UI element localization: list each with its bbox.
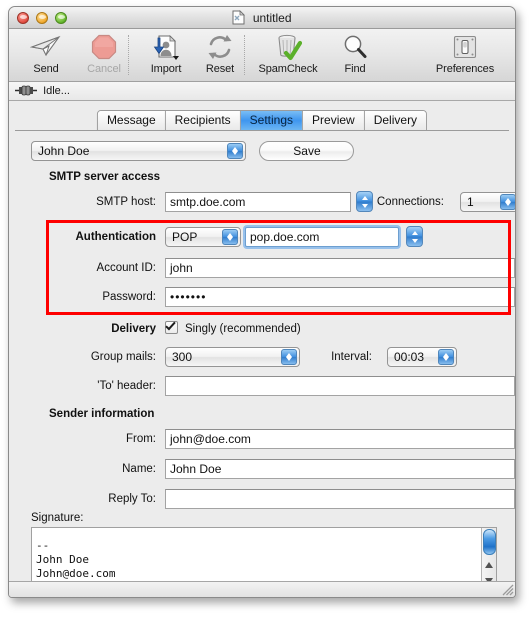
toolbar-button-find[interactable]: Find: [324, 32, 386, 75]
document-icon: [232, 10, 246, 28]
auth-server-input[interactable]: pop.doe.com: [245, 227, 399, 247]
window-title-group: untitled: [9, 10, 515, 28]
profile-popup-button[interactable]: John Doe: [31, 141, 246, 161]
toolbar-button-preferences[interactable]: Preferences: [424, 32, 506, 75]
toolbar-label-import: Import: [150, 63, 182, 75]
connections-value: 1: [467, 195, 474, 209]
authentication-row: Authentication POP pop.doe.com: [49, 226, 515, 247]
smtp-host-row: SMTP host: smtp.doe.com Connections: 1: [49, 191, 515, 212]
status-text: Idle...: [43, 85, 70, 97]
magnifier-icon: [324, 32, 386, 62]
group-mails-popup-button[interactable]: 300: [165, 347, 300, 367]
from-label: From:: [125, 433, 156, 445]
chevron-updown-icon: [222, 229, 238, 245]
to-header-label: 'To' header:: [97, 380, 156, 392]
group-mails-label: Group mails:: [90, 351, 156, 363]
interval-value: 00:03: [394, 350, 425, 364]
tab-settings[interactable]: Settings: [240, 111, 304, 130]
authentication-label: Authentication: [75, 231, 157, 243]
title-bar: untitled: [9, 7, 515, 29]
group-mails-value: 300: [172, 350, 193, 364]
toolbar-label-send: Send: [33, 63, 59, 75]
toolbar-button-spamcheck[interactable]: SpamCheck: [252, 32, 324, 75]
toolbar-button-cancel[interactable]: Cancel: [73, 32, 135, 75]
tab-recipients[interactable]: Recipients: [165, 111, 241, 130]
delivery-label: Delivery: [111, 323, 156, 335]
interval-popup-button[interactable]: 00:03: [387, 347, 457, 367]
tab-message[interactable]: Message: [97, 111, 166, 130]
account-id-label: Account ID:: [96, 262, 156, 274]
connections-label: Connections:: [376, 196, 444, 208]
window-bottom-bar: [9, 581, 515, 597]
auth-server-stepper[interactable]: [406, 226, 423, 247]
smtp-host-stepper[interactable]: [356, 191, 373, 212]
tab-delivery[interactable]: Delivery: [364, 111, 427, 130]
tab-preview[interactable]: Preview: [303, 111, 365, 130]
to-header-row: 'To' header:: [49, 376, 515, 396]
toolbar-label-preferences: Preferences: [435, 63, 495, 75]
paper-plane-icon: [15, 32, 77, 62]
reply-to-input[interactable]: [165, 489, 515, 509]
application-window: untitled Send Cancel Import Reset SpamCh…: [8, 6, 516, 598]
account-id-input[interactable]: john: [165, 258, 515, 278]
settings-panel: Message Recipients Settings Preview Deli…: [9, 101, 515, 597]
auth-type-popup-button[interactable]: POP: [165, 227, 241, 247]
tab-bar: Message Recipients Settings Preview Deli…: [9, 110, 515, 131]
auth-type-value: POP: [172, 230, 198, 244]
profile-row: John Doe Save: [31, 141, 355, 161]
signature-label: Signature:: [31, 512, 84, 524]
to-header-input[interactable]: [165, 376, 515, 396]
interval-label: Interval:: [331, 351, 372, 363]
import-contact-icon: [135, 32, 197, 62]
chevron-updown-icon: [500, 194, 515, 210]
toolbar-label-spamcheck: SpamCheck: [258, 63, 318, 75]
singly-label: Singly (recommended): [185, 323, 301, 335]
stop-octagon-icon: [73, 32, 135, 62]
delivery-row: Delivery Singly (recommended): [49, 319, 515, 339]
checkmark-icon: [165, 319, 176, 331]
toolbar-label-cancel: Cancel: [87, 63, 121, 75]
toolbar-button-send[interactable]: Send: [15, 32, 77, 75]
account-id-row: Account ID: john: [49, 258, 515, 278]
group-mails-row: Group mails: 300 Interval: 00:03: [49, 347, 515, 367]
name-input[interactable]: John Doe: [165, 459, 515, 479]
status-bar: Idle...: [9, 82, 515, 101]
signature-text: -- John Doe John@doe.com: [36, 539, 116, 580]
sender-section-heading: Sender information: [49, 408, 155, 420]
chevron-updown-icon: [438, 349, 454, 365]
toolbar-separator-2: [244, 35, 245, 75]
light-switch-icon: [424, 32, 506, 62]
from-input[interactable]: john@doe.com: [165, 429, 515, 449]
scrollbar-thumb[interactable]: [483, 529, 496, 555]
toolbar-button-import[interactable]: Import: [135, 32, 197, 75]
password-row: Password: •••••••: [49, 287, 515, 307]
profile-popup-value: John Doe: [38, 144, 90, 158]
password-input[interactable]: •••••••: [165, 287, 515, 307]
from-row: From: john@doe.com: [49, 429, 515, 449]
window-title-text: untitled: [252, 11, 292, 25]
toolbar-button-reset[interactable]: Reset: [189, 32, 251, 75]
name-row: Name: John Doe: [49, 459, 515, 479]
toolbar-separator-1: [128, 35, 129, 75]
toolbar: Send Cancel Import Reset SpamCheck Find …: [9, 29, 515, 82]
chevron-updown-icon: [281, 349, 297, 365]
trash-check-icon: [252, 32, 324, 62]
connections-popup-button[interactable]: 1: [460, 192, 515, 212]
scroll-up-arrow-icon[interactable]: [485, 562, 493, 568]
smtp-host-label: SMTP host:: [96, 196, 156, 208]
resize-grip[interactable]: [500, 582, 514, 596]
password-label: Password:: [102, 291, 156, 303]
name-label: Name:: [122, 463, 156, 475]
singly-checkbox[interactable]: [165, 319, 178, 334]
toolbar-label-find: Find: [344, 63, 366, 75]
chevron-updown-icon: [227, 143, 243, 159]
save-button[interactable]: Save: [259, 141, 355, 161]
smtp-host-input[interactable]: smtp.doe.com: [165, 192, 351, 212]
smtp-section-heading: SMTP server access: [49, 171, 161, 183]
reply-to-label: Reply To:: [108, 493, 156, 505]
refresh-arrows-icon: [189, 32, 251, 62]
reply-to-row: Reply To:: [49, 489, 515, 509]
toolbar-label-reset: Reset: [205, 63, 235, 75]
